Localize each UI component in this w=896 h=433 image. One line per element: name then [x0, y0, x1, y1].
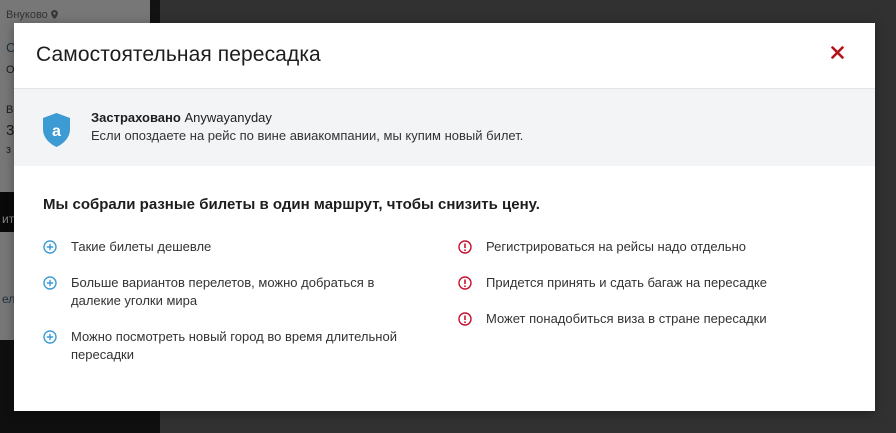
plus-circle-icon	[43, 276, 57, 290]
modal-header: Самостоятельная пересадка	[14, 23, 875, 89]
pro-item: Больше вариантов перелетов, можно добрат…	[43, 274, 423, 310]
insurance-title-brand: Anywayanyday	[184, 110, 272, 125]
con-item-text: Придется принять и сдать багаж на переса…	[486, 275, 768, 290]
shield-icon: a	[43, 113, 70, 147]
plus-circle-icon	[43, 330, 57, 344]
exclamation-circle-icon	[458, 276, 472, 290]
con-item: Может понадобиться виза в стране пересад…	[458, 310, 838, 328]
insurance-text: Если опоздаете на рейс по вине авиакомпа…	[91, 128, 524, 143]
intro-heading: Мы собрали разные билеты в один маршрут,…	[43, 196, 540, 213]
exclamation-circle-icon	[458, 240, 472, 254]
cons-list: Регистрироваться на рейсы надо отдельно …	[458, 238, 838, 346]
close-icon[interactable]	[830, 45, 844, 59]
shield-badge-letter: a	[52, 123, 61, 140]
insurance-title-bold: Застраховано	[91, 110, 181, 125]
pro-item-text: Можно посмотреть новый город во время дл…	[71, 329, 397, 362]
pro-item: Можно посмотреть новый город во время дл…	[43, 328, 423, 364]
plus-circle-icon	[43, 240, 57, 254]
close-button[interactable]	[827, 42, 847, 62]
pros-list: Такие билеты дешевле Больше вариантов пе…	[43, 238, 423, 382]
con-item: Придется принять и сдать багаж на переса…	[458, 274, 838, 292]
insurance-title: Застраховано Anywayanyday	[91, 110, 272, 125]
pro-item-text: Такие билеты дешевле	[71, 239, 212, 254]
pro-item-text: Больше вариантов перелетов, можно добрат…	[71, 275, 375, 308]
self-transfer-modal: Самостоятельная пересадка a Застраховано…	[14, 23, 875, 411]
pro-item: Такие билеты дешевле	[43, 238, 423, 256]
con-item-text: Регистрироваться на рейсы надо отдельно	[486, 239, 746, 254]
modal-title: Самостоятельная пересадка	[36, 43, 321, 66]
con-item-text: Может понадобиться виза в стране пересад…	[486, 311, 767, 326]
con-item: Регистрироваться на рейсы надо отдельно	[458, 238, 838, 256]
exclamation-circle-icon	[458, 312, 472, 326]
insurance-banner: a Застраховано Anywayanyday Если опоздае…	[14, 89, 875, 166]
